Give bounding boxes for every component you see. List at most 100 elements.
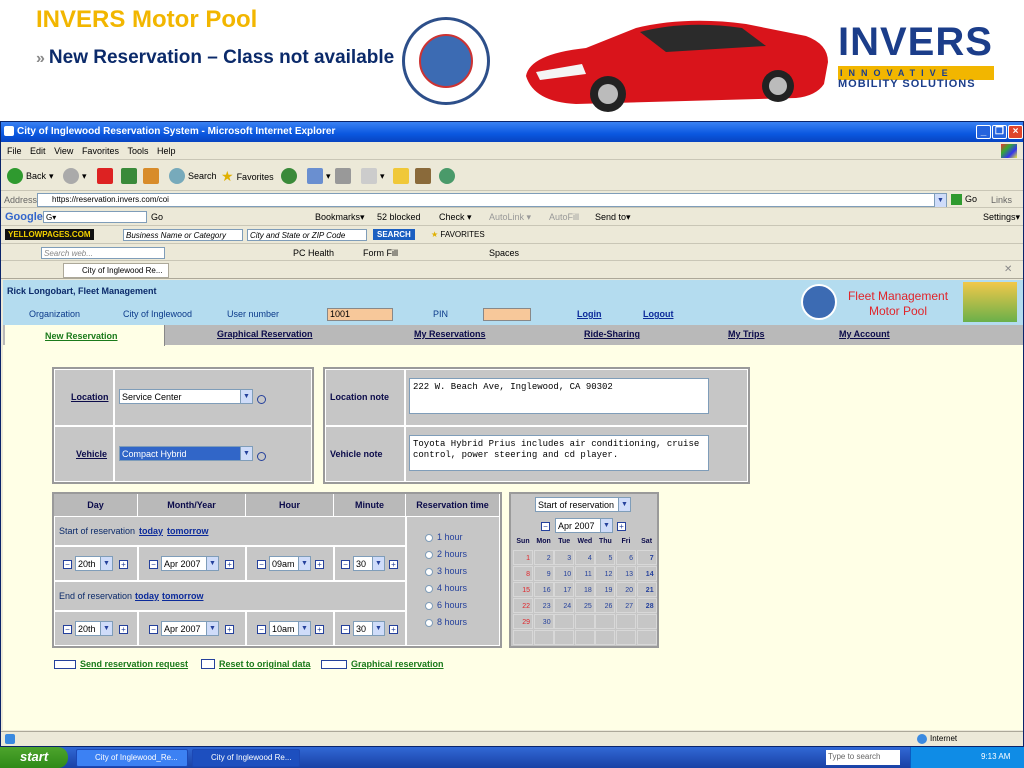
back-button[interactable]: Back ▾ <box>7 168 54 184</box>
history-button[interactable] <box>281 168 297 184</box>
calendar-day[interactable]: 16 <box>533 582 554 597</box>
calendar-day[interactable]: 23 <box>533 598 554 613</box>
end-day-select[interactable]: 20th ▼ <box>75 621 113 636</box>
start-tomorrow-link[interactable]: tomorrow <box>167 526 209 536</box>
minimize-button[interactable]: _ <box>976 125 991 139</box>
autolink-button[interactable]: AutoLink ▾ <box>489 212 531 223</box>
google-search-input[interactable]: G▾ <box>43 211 147 223</box>
calendar-day[interactable]: 5 <box>595 550 616 565</box>
calendar-day[interactable]: 21 <box>636 582 657 597</box>
calendar-day[interactable]: 3 <box>554 550 575 565</box>
calendar-day[interactable]: 10 <box>554 566 575 581</box>
calendar-day[interactable]: 26 <box>595 598 616 613</box>
duration-1h[interactable]: 1 hour <box>425 532 463 542</box>
spaces-button[interactable]: Spaces <box>489 248 519 258</box>
favorites-button[interactable]: ★ Favorites <box>221 168 274 185</box>
calendar-day[interactable]: 28 <box>636 598 657 613</box>
duration-2h[interactable]: 2 hours <box>425 549 467 559</box>
calendar-day[interactable]: 19 <box>595 582 616 597</box>
location-lookup-icon[interactable] <box>257 395 266 404</box>
edit-button[interactable]: ▾ <box>361 168 385 184</box>
forward-button[interactable]: ▾ <box>63 168 87 184</box>
reset-link[interactable]: Reset to original data <box>219 659 311 669</box>
end-month-minus[interactable]: − <box>149 624 158 634</box>
user-number-input[interactable]: 1001 <box>327 308 393 321</box>
yp-search-button[interactable]: SEARCH <box>373 229 415 240</box>
refresh-button[interactable] <box>121 168 137 184</box>
calendar-day[interactable]: 27 <box>616 598 636 613</box>
close-button[interactable]: × <box>1008 125 1023 139</box>
vehicle-select[interactable]: Compact Hybrid ▼ <box>119 446 253 461</box>
calendar-day[interactable]: 29 <box>513 614 533 629</box>
calendar-day[interactable]: 8 <box>513 566 533 581</box>
duration-8h[interactable]: 8 hours <box>425 617 467 627</box>
tab-close-icon[interactable]: ✕ <box>1004 264 1012 275</box>
send-request-link[interactable]: Send reservation request <box>80 659 188 669</box>
start-hour-minus[interactable]: − <box>257 559 266 569</box>
google-go-button[interactable]: Go <box>151 212 163 222</box>
nav-my-account[interactable]: My Account <box>839 329 890 339</box>
calendar-day[interactable]: 6 <box>616 550 636 565</box>
menu-edit[interactable]: Edit <box>30 146 46 156</box>
menu-help[interactable]: Help <box>157 146 176 156</box>
menu-file[interactable]: File <box>7 146 22 156</box>
send-request-action[interactable]: Send reservation request <box>54 659 188 669</box>
start-hour-plus[interactable]: + <box>315 559 324 569</box>
research-button[interactable] <box>415 168 431 184</box>
popup-blocked-button[interactable]: 52 blocked <box>377 212 421 222</box>
start-minute-plus[interactable]: + <box>389 559 398 569</box>
nav-my-trips[interactable]: My Trips <box>728 329 765 339</box>
send-to-button[interactable]: Send to▾ <box>595 212 631 223</box>
duration-4h[interactable]: 4 hours <box>425 583 467 593</box>
start-minute-minus[interactable]: − <box>341 559 350 569</box>
login-link[interactable]: Login <box>577 309 602 319</box>
links-label[interactable]: Links <box>991 195 1012 205</box>
start-button[interactable]: start <box>0 747 68 768</box>
calendar-day[interactable]: 24 <box>554 598 575 613</box>
calendar-day[interactable]: 17 <box>554 582 575 597</box>
calendar-day[interactable]: 2 <box>533 550 554 565</box>
live-search-input[interactable]: Search web... <box>41 247 165 259</box>
pin-input[interactable] <box>483 308 531 321</box>
end-day-plus[interactable]: + <box>119 624 128 634</box>
end-minute-plus[interactable]: + <box>389 624 398 634</box>
start-day-minus[interactable]: − <box>63 559 72 569</box>
calendar-day[interactable]: 11 <box>574 566 595 581</box>
calendar-day[interactable]: 22 <box>513 598 533 613</box>
reset-action[interactable]: Reset to original data <box>201 659 311 669</box>
calendar-day[interactable]: 7 <box>636 550 657 565</box>
nav-new-reservation[interactable]: New Reservation <box>45 331 118 341</box>
logout-link[interactable]: Logout <box>643 309 674 319</box>
calendar-day[interactable]: 4 <box>574 550 595 565</box>
calendar-day[interactable]: 20 <box>616 582 636 597</box>
duration-6h[interactable]: 6 hours <box>425 600 467 610</box>
end-minute-select[interactable]: 30 ▼ <box>353 621 385 636</box>
menu-tools[interactable]: Tools <box>127 146 148 156</box>
start-month-minus[interactable]: − <box>149 559 158 569</box>
vehicle-lookup-icon[interactable] <box>257 452 266 461</box>
end-month-select[interactable]: Apr 2007 ▼ <box>161 621 219 636</box>
calendar-day[interactable]: 14 <box>636 566 657 581</box>
calendar-next-month[interactable]: + <box>617 521 626 531</box>
form-fill-button[interactable]: Form Fill <box>363 248 398 258</box>
address-dropdown-arrow[interactable]: ▼ <box>934 194 946 207</box>
restore-button[interactable]: ❐ <box>992 125 1007 139</box>
end-month-plus[interactable]: + <box>225 624 234 634</box>
calendar-day[interactable]: 13 <box>616 566 636 581</box>
taskbar-item-2[interactable]: City of Inglewood Re... <box>192 749 300 767</box>
calendar-mode-select[interactable]: Start of reservation ▼ <box>535 497 631 512</box>
yp-favorites-button[interactable]: ★ FAVORITES <box>431 230 485 239</box>
autofill-button[interactable]: AutoFill <box>549 212 579 222</box>
search-button[interactable]: Search <box>169 168 217 184</box>
end-minute-minus[interactable]: − <box>341 624 350 634</box>
calendar-day[interactable]: 9 <box>533 566 554 581</box>
start-today-link[interactable]: today <box>139 526 163 536</box>
folder-button[interactable] <box>393 168 409 184</box>
google-settings-button[interactable]: Settings▾ <box>983 212 1020 223</box>
nav-ride-sharing[interactable]: Ride-Sharing <box>584 329 640 339</box>
start-day-plus[interactable]: + <box>119 559 128 569</box>
calendar-day[interactable]: 15 <box>513 582 533 597</box>
browser-tab[interactable]: City of Inglewood Re... <box>63 263 169 278</box>
calendar-month-select[interactable]: Apr 2007 ▼ <box>555 518 613 533</box>
calendar-day[interactable]: 25 <box>574 598 595 613</box>
